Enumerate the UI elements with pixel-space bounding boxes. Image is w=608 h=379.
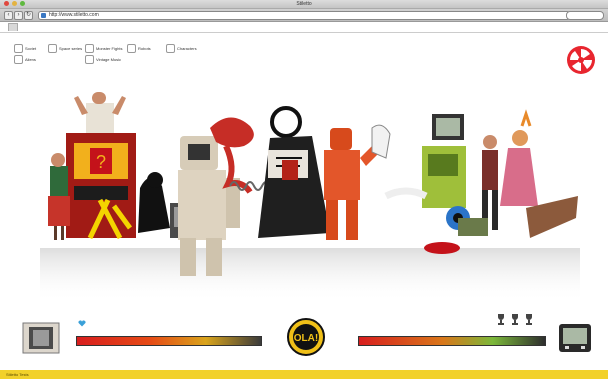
checkbox-box[interactable] xyxy=(166,44,175,53)
filter-label: Aliens xyxy=(25,57,36,62)
search-input[interactable] xyxy=(566,11,604,20)
footer-bar: Stiletto Tests xyxy=(0,370,608,379)
checkbox-box[interactable] xyxy=(48,44,57,53)
checkbox-box[interactable] xyxy=(85,44,94,53)
cheering-man-figure xyxy=(74,92,126,133)
filter-label: Robots xyxy=(138,46,151,51)
window-titlebar: Stiletto xyxy=(0,0,608,9)
player-health-bar xyxy=(76,336,262,346)
trophy-icon xyxy=(526,314,532,325)
reload-button[interactable]: ↻ xyxy=(24,11,33,20)
opponent-trophies xyxy=(496,313,534,326)
checkbox-box[interactable] xyxy=(85,55,94,64)
tab-strip xyxy=(0,22,608,33)
filter-label: Vintage Music xyxy=(96,57,122,62)
floor-reflection xyxy=(40,248,580,303)
opponent-tv-robot-figure xyxy=(384,114,470,254)
filter-label: Characters xyxy=(177,46,197,51)
vs-badge[interactable]: OLA! xyxy=(287,318,325,356)
opponent-health-bar xyxy=(358,336,546,346)
browser-toolbar: ‹ › ↻ http://www.stiletto.com xyxy=(0,9,608,22)
filter-checkbox[interactable]: Characters xyxy=(166,44,197,53)
right-people-figures xyxy=(458,109,578,238)
checkbox-box[interactable] xyxy=(14,55,23,64)
trophy-icon xyxy=(498,314,504,325)
filter-checkbox[interactable]: Robots xyxy=(127,44,151,53)
back-button[interactable]: ‹ xyxy=(4,11,13,20)
forward-button[interactable]: › xyxy=(14,11,23,20)
filter-checkbox[interactable]: Aliens xyxy=(14,55,36,64)
player-portrait xyxy=(22,322,60,354)
filter-label: Space series xyxy=(59,46,83,51)
battle-stage[interactable]: ? xyxy=(30,88,590,318)
address-bar[interactable]: http://www.stiletto.com xyxy=(38,11,570,20)
svg-text:?: ? xyxy=(96,152,106,172)
orange-robot-figure xyxy=(324,124,391,240)
footer-text: Stiletto Tests xyxy=(6,372,29,377)
filter-checkbox[interactable]: Vintage Music xyxy=(85,55,121,64)
address-bar-url: http://www.stiletto.com xyxy=(49,12,99,18)
filter-label: Monster Fights xyxy=(96,46,123,51)
slot-machine-figure: ? xyxy=(66,133,136,240)
window-title: Stiletto xyxy=(296,1,312,7)
filter-checkbox[interactable]: Monster Fights xyxy=(85,44,122,53)
opponent-portrait xyxy=(559,324,591,352)
filter-checkbox[interactable]: Space series xyxy=(48,44,82,53)
tab-current[interactable] xyxy=(8,23,18,31)
vs-badge-text: OLA! xyxy=(294,333,318,344)
heart-icon xyxy=(78,320,86,327)
trophy-icon xyxy=(512,314,518,325)
center-collage-figure xyxy=(258,106,330,238)
brand-logo-icon[interactable] xyxy=(566,45,596,75)
filter-checkbox[interactable]: Soviet xyxy=(14,44,36,53)
filter-label: Soviet xyxy=(25,46,37,51)
player-health-fill xyxy=(77,337,261,345)
favicon-icon xyxy=(41,13,46,18)
opponent-health-fill xyxy=(359,337,545,345)
checkbox-box[interactable] xyxy=(127,44,136,53)
checkbox-box[interactable] xyxy=(14,44,23,53)
